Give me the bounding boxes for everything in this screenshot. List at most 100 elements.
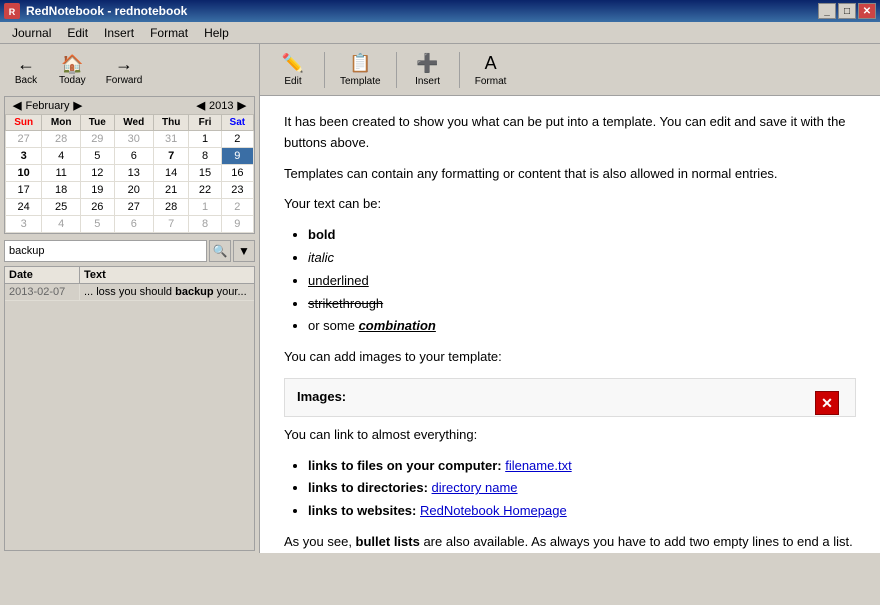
link-website[interactable]: RedNotebook Homepage [420,503,567,518]
cal-day[interactable]: 5 [81,216,114,233]
list-item-websites: links to websites: RedNotebook Homepage [308,501,856,522]
cal-day[interactable]: 26 [81,199,114,216]
insert-button[interactable]: ➕ Insert [403,48,453,92]
back-label: Back [15,75,37,86]
cal-day[interactable]: 24 [6,199,42,216]
titlebar-buttons[interactable]: _ □ ✕ [818,3,876,19]
menu-insert[interactable]: Insert [96,24,142,42]
result-row[interactable]: 2013-02-07 ... loss you should backup yo… [5,284,254,301]
menu-format[interactable]: Format [142,24,196,42]
content-para1: It has been created to show you what can… [284,112,856,154]
cal-header-tue: Tue [81,115,114,131]
toolbar-sep3 [459,52,460,88]
app-icon: R [4,3,20,19]
cal-day[interactable]: 3 [6,148,42,165]
cal-day[interactable]: 27 [114,199,153,216]
cal-day[interactable]: 22 [189,182,221,199]
nav-toolbar: ← Back 🏠 Today → Forward [0,44,259,92]
toolbar-sep1 [324,52,325,88]
cal-day[interactable]: 13 [114,165,153,182]
cal-day[interactable]: 5 [81,148,114,165]
cal-day[interactable]: 30 [114,131,153,148]
cal-day[interactable]: 8 [189,148,221,165]
close-button[interactable]: ✕ [858,3,876,19]
cal-day[interactable]: 28 [153,199,188,216]
cal-day[interactable]: 31 [153,131,188,148]
cal-day[interactable]: 2 [221,199,253,216]
cal-day[interactable]: 1 [189,199,221,216]
back-button[interactable]: ← Back [4,48,48,92]
cal-day[interactable]: 9 [221,216,253,233]
cal-day[interactable]: 16 [221,165,253,182]
cal-day[interactable]: 7 [153,148,188,165]
list-item-dirs: links to directories: directory name [308,478,856,499]
results-panel: Date Text 2013-02-07 ... loss you should… [4,266,255,551]
cal-day[interactable]: 29 [81,131,114,148]
right-panel: ✏️ Edit 📋 Template ➕ Insert A Format It … [260,44,880,553]
cal-day[interactable]: 25 [42,199,81,216]
today-button[interactable]: 🏠 Today [50,48,95,92]
next-month-button[interactable]: ▶ [70,99,86,112]
cal-day[interactable]: 18 [42,182,81,199]
titlebar-left: R RedNotebook - rednotebook [4,3,187,19]
menubar: Journal Edit Insert Format Help [0,22,880,44]
edit-button[interactable]: ✏️ Edit [268,48,318,92]
format-button[interactable]: A Format [466,48,516,92]
images-label: Images: [297,389,346,404]
cal-day[interactable]: 23 [221,182,253,199]
cal-day[interactable]: 20 [114,182,153,199]
link-directory[interactable]: directory name [432,480,518,495]
titlebar: R RedNotebook - rednotebook _ □ ✕ [0,0,880,22]
window-title: RedNotebook - rednotebook [26,4,187,18]
cal-day[interactable]: 19 [81,182,114,199]
menu-journal[interactable]: Journal [4,24,59,42]
cal-day[interactable]: 9 [221,148,253,165]
cal-day[interactable]: 17 [6,182,42,199]
cal-day[interactable]: 15 [189,165,221,182]
cal-day[interactable]: 10 [6,165,42,182]
content-list1: bold italic underlined strikethrough or … [308,225,856,337]
cal-day[interactable]: 2 [221,131,253,148]
menu-help[interactable]: Help [196,24,237,42]
forward-button[interactable]: → Forward [97,48,152,92]
prev-year-button[interactable]: ◀ [193,99,209,112]
search-icon-button[interactable]: 🔍 [209,240,231,262]
link-filename[interactable]: filename.txt [505,458,571,473]
cal-day[interactable]: 12 [81,165,114,182]
cal-day[interactable]: 7 [153,216,188,233]
next-year-button[interactable]: ▶ [234,99,250,112]
cal-day[interactable]: 8 [189,216,221,233]
calendar-body: 2728293031123456789101112131415161718192… [6,131,254,233]
template-button[interactable]: 📋 Template [331,48,390,92]
close-image-button[interactable]: ✕ [815,391,839,415]
col-header-text: Text [80,267,254,283]
calendar-header: ◀ February ▶ ◀ 2013 ▶ [5,97,254,114]
cal-day[interactable]: 3 [6,216,42,233]
search-input[interactable] [4,240,207,262]
content-para3: Your text can be: [284,194,856,215]
cal-day[interactable]: 6 [114,216,153,233]
main-layout: ← Back 🏠 Today → Forward ◀ February ▶ ◀ … [0,44,880,553]
cal-header-sat: Sat [221,115,253,131]
cal-day[interactable]: 11 [42,165,81,182]
maximize-button[interactable]: □ [838,3,856,19]
search-dropdown-button[interactable]: ▼ [233,240,255,262]
cal-day[interactable]: 21 [153,182,188,199]
cal-day[interactable]: 4 [42,216,81,233]
minimize-button[interactable]: _ [818,3,836,19]
cal-day[interactable]: 28 [42,131,81,148]
cal-header-wed: Wed [114,115,153,131]
prev-month-button[interactable]: ◀ [9,99,25,112]
cal-day[interactable]: 27 [6,131,42,148]
cal-day[interactable]: 6 [114,148,153,165]
menu-edit[interactable]: Edit [59,24,96,42]
format-icon: A [485,53,497,74]
cal-day[interactable]: 4 [42,148,81,165]
format-label: Format [475,76,507,87]
content-list2: links to files on your computer: filenam… [308,456,856,522]
cal-day[interactable]: 1 [189,131,221,148]
calendar: ◀ February ▶ ◀ 2013 ▶ Sun Mon Tue Wed Th… [4,96,255,234]
col-header-date: Date [5,267,80,283]
content-area[interactable]: It has been created to show you what can… [260,96,880,553]
cal-day[interactable]: 14 [153,165,188,182]
